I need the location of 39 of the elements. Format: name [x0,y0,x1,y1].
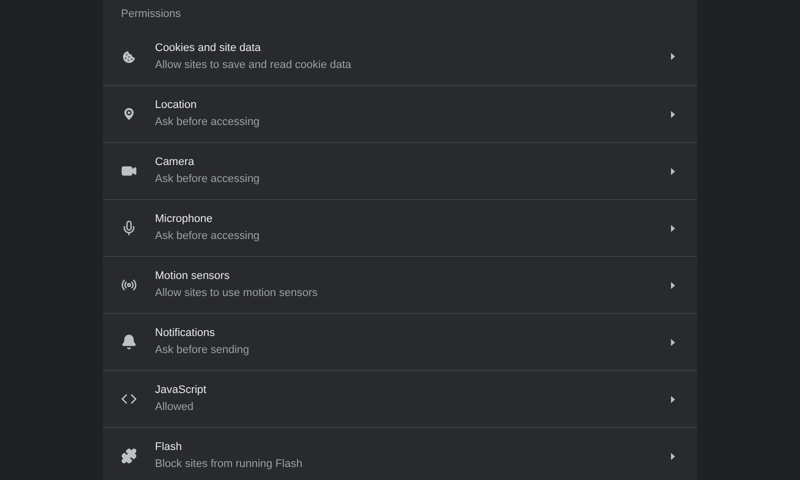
row-description: Allow sites to use motion sensors [155,286,319,301]
row-description: Ask before accessing [155,115,261,130]
arrow-right-icon [671,168,675,174]
row-description: Allow sites to save and read cookie data [155,58,352,72]
puzzle-piece-icon [121,448,137,464]
row-description: Ask before sending [155,343,250,358]
row-title: Cookies and site data [155,40,262,56]
row-title: Microphone [155,212,214,227]
settings-row[interactable]: Microphone Ask before accessing [103,199,697,256]
section-title: Permissions [121,8,181,20]
arrow-right-icon [671,282,675,288]
arrow-right-icon [671,110,675,118]
row-description: Block sites from running Flash [155,457,304,472]
settings-row[interactable]: Motion sensors Allow sites to use motion sensors [103,256,697,313]
signal-waves-icon [121,277,137,293]
settings-row[interactable]: Camera Ask before accessing [103,142,697,199]
settings-row[interactable]: Cookies and site data Allow sites to save and read cookie data [103,28,697,85]
microphone-icon [121,220,137,236]
settings-row[interactable]: Location Ask before accessing [103,85,697,142]
row-title: Location [155,98,198,113]
cookie-icon [121,48,137,64]
arrow-right-icon [671,338,675,346]
row-title: Camera [155,155,196,170]
row-description: Ask before accessing [155,229,261,244]
settings-row[interactable]: JavaScript Allowed [103,370,697,427]
row-title: JavaScript [155,383,208,398]
settings-row[interactable]: Flash Block sites from running Flash [103,427,697,480]
bell-icon [121,334,137,350]
arrow-right-icon [671,452,675,460]
location-pin-icon [121,106,137,122]
arrow-right-icon [671,396,675,402]
row-description: Allowed [155,400,195,415]
row-description: Ask before accessing [155,172,261,187]
arrow-right-icon [671,53,675,60]
arrow-right-icon [671,224,675,232]
row-title: Notifications [155,326,216,341]
row-title: Motion sensors [155,269,231,284]
row-title: Flash [155,440,183,455]
settings-row[interactable]: Notifications Ask before sending [103,313,697,370]
